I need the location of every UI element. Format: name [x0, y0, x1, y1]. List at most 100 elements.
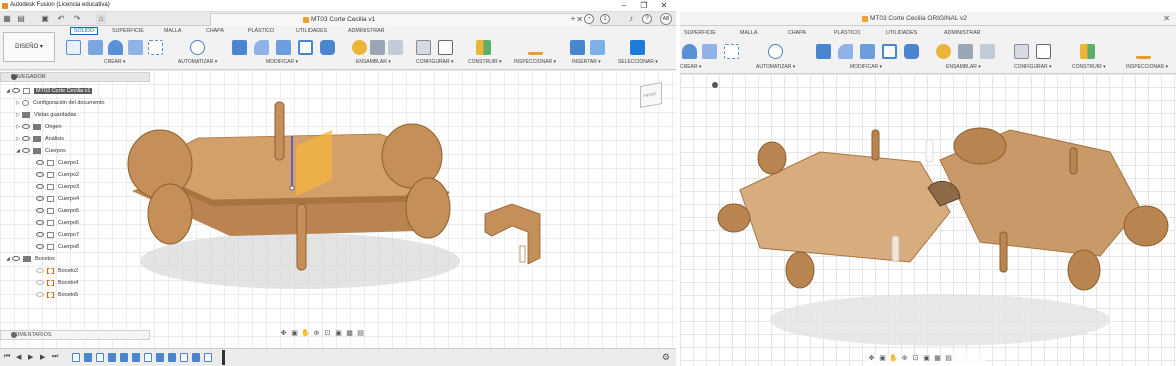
automate-icon[interactable] [190, 40, 205, 55]
revolve-icon[interactable] [108, 40, 123, 55]
timeline-step[interactable] [120, 353, 128, 362]
new-component-icon[interactable] [66, 40, 81, 55]
group-modificar[interactable]: MODIFICAR ▾ [850, 64, 882, 70]
visibility-icon[interactable] [36, 208, 44, 214]
visibility-icon[interactable] [36, 232, 44, 238]
visibility-icon[interactable] [22, 124, 30, 130]
document-tab[interactable]: MT03 Corte Cecilia v1 ✕ [210, 13, 590, 26]
collapse-icon[interactable]: ◢ [6, 254, 12, 265]
fillet-icon[interactable] [254, 40, 269, 55]
revolve-icon[interactable] [682, 44, 697, 59]
minimize-icon[interactable]: – [614, 0, 634, 12]
construct-plane-icon[interactable] [1080, 44, 1095, 59]
pin-icon[interactable] [11, 74, 17, 80]
table-icon[interactable] [438, 40, 453, 55]
timeline-step[interactable] [96, 353, 104, 362]
tab-utilidades[interactable]: UTILIDADES [886, 30, 917, 36]
tree-item-sketches[interactable]: ◢ Bocetos [6, 254, 55, 265]
tree-item-origin[interactable]: ▷ Origen [16, 122, 62, 133]
tree-body[interactable]: Cuerpo8 [36, 242, 79, 253]
go-to-end-icon[interactable]: ⏭ [52, 353, 62, 361]
tree-body[interactable]: Cuerpo6 [36, 218, 79, 229]
press-pull-icon[interactable] [816, 44, 831, 59]
combine-icon[interactable] [904, 44, 919, 59]
zoom-icon[interactable]: ⊕ [899, 354, 910, 362]
step-forward-icon[interactable]: ▶ [40, 353, 50, 361]
viewcube[interactable]: FRONT [640, 82, 662, 108]
zoom-window-icon[interactable]: ⊡ [322, 329, 333, 337]
visibility-icon[interactable] [36, 172, 44, 178]
maximize-icon[interactable]: ❐ [634, 0, 654, 12]
timeline-step[interactable] [156, 353, 164, 362]
look-at-icon[interactable]: ▣ [877, 354, 888, 362]
viewports-icon[interactable]: ▤ [355, 329, 366, 337]
tab-superficie[interactable]: SUPERFICIE [112, 28, 144, 34]
user-avatar[interactable]: AB [660, 13, 672, 25]
zoom-icon[interactable]: ⊕ [311, 329, 322, 337]
measure-icon[interactable] [1136, 44, 1151, 59]
tree-body[interactable]: Cuerpo5 [36, 206, 79, 217]
collapse-icon[interactable]: ◢ [6, 86, 12, 97]
table-icon[interactable] [1036, 44, 1051, 59]
group-seleccionar[interactable]: SELECCIONAR ▾ [618, 59, 658, 65]
visibility-icon[interactable] [12, 88, 20, 94]
measure-icon[interactable] [528, 40, 543, 55]
close-tab-icon[interactable]: ✕ [1163, 14, 1170, 23]
hole-icon[interactable] [128, 40, 143, 55]
workspace-switcher[interactable]: DISEÑO ▾ [3, 32, 55, 62]
group-automatizar[interactable]: AUTOMATIZAR ▾ [756, 64, 795, 70]
save-icon[interactable]: ▣ [40, 14, 50, 24]
chamfer-icon[interactable] [860, 44, 875, 59]
joint-origin-icon[interactable] [980, 44, 995, 59]
visibility-icon[interactable] [36, 184, 44, 190]
group-inspeccionar[interactable]: INSPECCIONAR ▾ [1126, 64, 1168, 70]
tab-utilidades[interactable]: UTILIDADES [296, 28, 327, 34]
visibility-icon[interactable] [22, 136, 30, 142]
file-icon[interactable]: ▤ [16, 14, 26, 24]
viewports-icon[interactable]: ▤ [943, 354, 954, 362]
timeline-step[interactable] [168, 353, 176, 362]
recover-icon[interactable]: ◔ [584, 14, 594, 24]
group-crear[interactable]: CREAR ▾ [104, 59, 125, 65]
grid-menu-icon[interactable]: ▦ [2, 14, 12, 24]
insert-icon[interactable] [570, 40, 585, 55]
add-comment-icon[interactable] [11, 332, 17, 338]
timeline-step[interactable] [132, 353, 140, 362]
pan-icon[interactable]: ✋ [888, 354, 899, 362]
play-icon[interactable]: ▶ [28, 353, 38, 361]
right-document-title[interactable]: MT03 Corte Cecilia ORIGINAL v2 [870, 15, 967, 22]
undo-icon[interactable]: ↶ [56, 14, 66, 24]
hole-icon[interactable] [702, 44, 717, 59]
tab-plastico[interactable]: PLÁSTICO [834, 30, 860, 36]
visibility-icon[interactable] [36, 280, 44, 286]
timeline-step[interactable] [72, 353, 80, 362]
model-right[interactable] [710, 120, 1170, 350]
shell-icon[interactable] [298, 40, 313, 55]
model-left[interactable] [120, 96, 560, 296]
visibility-icon[interactable] [36, 268, 44, 274]
timeline-step[interactable] [204, 353, 212, 362]
expand-icon[interactable]: ▷ [16, 122, 22, 133]
pattern-icon[interactable] [148, 40, 163, 55]
tree-body[interactable]: Cuerpo7 [36, 230, 79, 241]
tree-root[interactable]: ◢ MT03 Corte Cecilia v1 [6, 86, 93, 97]
timeline-step[interactable] [180, 353, 188, 362]
group-ensamblar[interactable]: ENSAMBLAR ▾ [946, 64, 981, 70]
joint-origin-icon[interactable] [388, 40, 403, 55]
visibility-icon[interactable] [36, 292, 44, 298]
home-icon[interactable]: ⌂ [96, 14, 106, 24]
tab-administrar[interactable]: ADMINISTRAR [348, 28, 385, 34]
visibility-icon[interactable] [36, 244, 44, 250]
insert-image-icon[interactable] [590, 40, 605, 55]
tree-item-analysis[interactable]: ▷ Análisis [16, 134, 64, 145]
zoom-window-icon[interactable]: ⊡ [910, 354, 921, 362]
close-window-icon[interactable]: ✕ [654, 0, 674, 12]
extrude-icon[interactable] [88, 40, 103, 55]
press-pull-icon[interactable] [232, 40, 247, 55]
tab-superficie[interactable]: SUPERFICIE [684, 30, 716, 36]
expand-icon[interactable]: ▷ [16, 134, 22, 145]
select-icon[interactable] [630, 40, 645, 55]
group-automatizar[interactable]: AUTOMATIZAR ▾ [178, 59, 217, 65]
group-modificar[interactable]: MODIFICAR ▾ [266, 59, 298, 65]
visibility-icon[interactable] [22, 148, 30, 154]
